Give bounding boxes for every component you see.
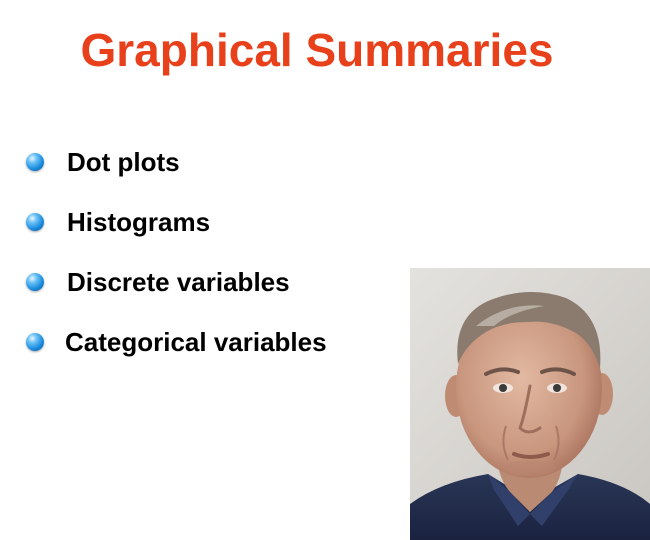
bullet-icon <box>26 213 44 231</box>
bullet-icon <box>26 333 44 351</box>
list-item: Categorical variables <box>26 322 406 362</box>
slide-title: Graphical Summaries <box>80 24 554 76</box>
bullet-icon <box>26 273 44 291</box>
bullet-label-discrete-variables: Discrete variables <box>67 266 290 297</box>
portrait-photo <box>410 268 650 540</box>
list-item: Dot plots <box>26 142 406 182</box>
person-portrait-icon <box>410 268 650 540</box>
bullet-label-dot-plots: Dot plots <box>67 146 180 177</box>
bullet-icon <box>26 153 44 171</box>
bullet-label-categorical-variables: Categorical variables <box>65 326 327 357</box>
slide: Graphical Summaries Dot plots Histograms… <box>0 0 650 540</box>
bullet-label-histograms: Histograms <box>67 206 211 237</box>
list-item: Histograms <box>26 202 406 242</box>
list-item: Discrete variables <box>26 262 406 302</box>
